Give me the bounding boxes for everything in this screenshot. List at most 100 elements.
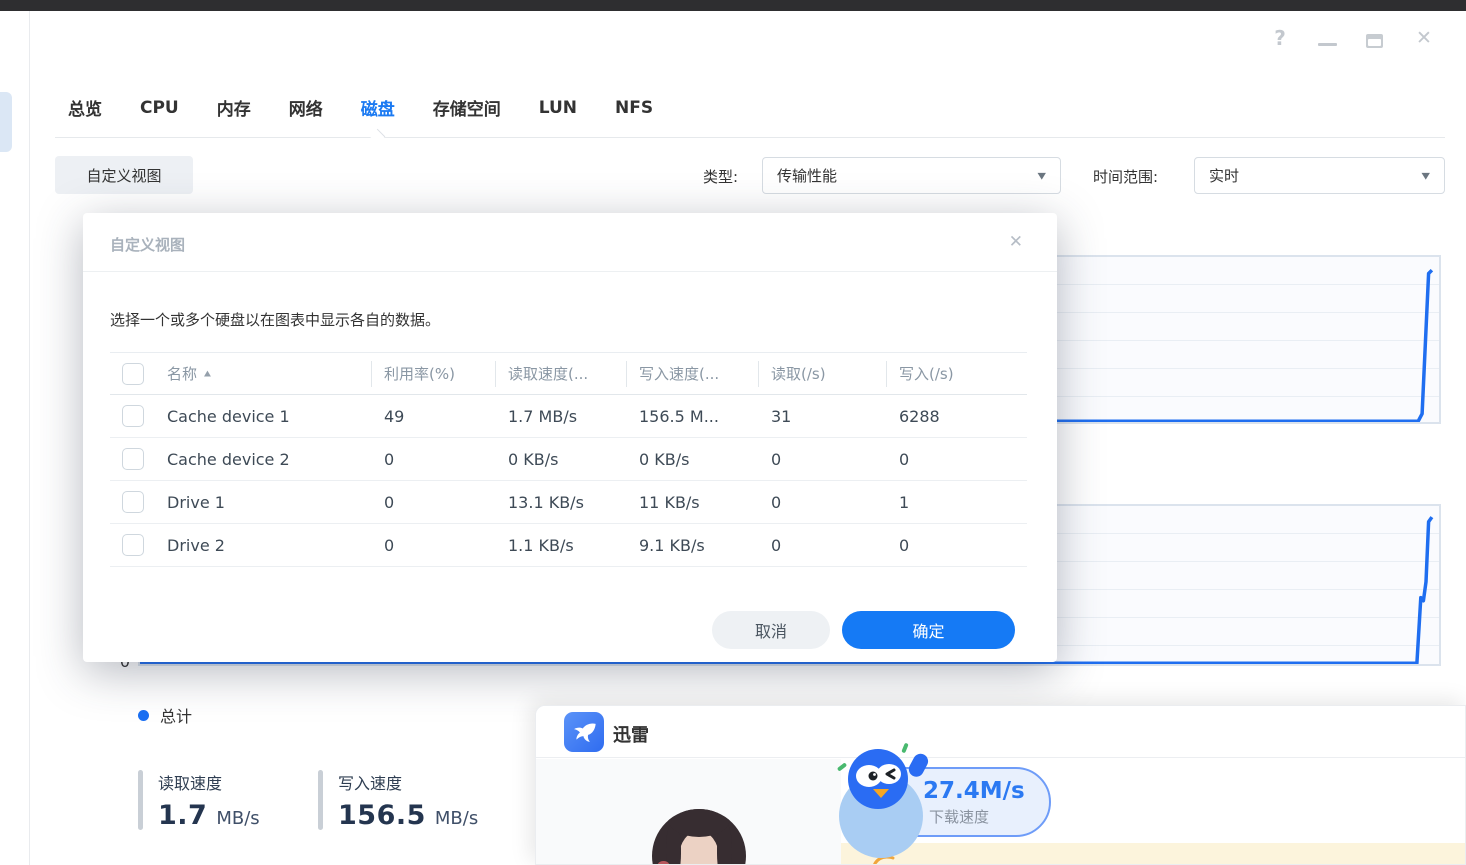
row-checkbox[interactable] [122,448,144,470]
row-checkbox[interactable] [122,534,144,556]
stats-row: 读取速度 1.7 MB/s 写入速度156.5MB/s [138,770,456,831]
tab-3[interactable]: 网络 [289,95,323,120]
cell-value: 1.7 MB/s [496,407,627,426]
stat-label: 读取速度 [158,774,222,793]
cell-name: Cache device 1 [155,407,372,426]
cell-value: 0 [372,536,496,555]
cell-value: 0 KB/s [627,450,759,469]
cell-value: 6288 [887,407,1027,426]
column-header-4[interactable]: 读取(/s) [759,361,887,387]
top-system-bar [0,0,1466,11]
desktop: ? ✕ 总览 CPU 内存 网络 磁盘 存储空间 LUN NFS 自定义视图 类型: 传输性能… [0,0,1466,865]
cell-value: 0 [372,450,496,469]
cell-value: 0 [759,493,887,512]
minimize-glyph [1318,43,1337,46]
row-checkbox[interactable] [122,405,144,427]
dialog-description: 选择一个或多个硬盘以在图表中显示各自的数据。 [110,309,440,330]
column-header-1[interactable]: 利用率(%) [372,361,496,387]
dialog-title: 自定义视图 [110,234,185,255]
cell-name: Drive 2 [155,536,372,555]
tab-4[interactable]: 磁盘 [361,95,395,120]
cell-value: 31 [759,407,887,426]
tab-underline [55,137,1445,138]
ok-button[interactable]: 确定 [842,611,1015,649]
type-select-value: 传输性能 [777,165,837,186]
stat-unit: MB/s [216,808,259,829]
column-header-0[interactable]: 名称▲ [155,361,372,387]
tab-6[interactable]: LUN [539,98,577,118]
cell-value: 49 [372,407,496,426]
cell-value: 0 [759,536,887,555]
disk-table: 名称▲利用率(%)读取速度(...写入速度(...读取(/s)写入(/s) Ca… [110,352,1027,567]
cell-value: 11 KB/s [627,493,759,512]
chevron-down-icon: ▼ [1038,170,1046,180]
minimize-icon[interactable] [1318,31,1338,46]
active-tab-caret [370,129,386,145]
maximize-glyph [1366,34,1383,48]
table-header: 名称▲利用率(%)读取速度(...写入速度(...读取(/s)写入(/s) [110,353,1027,395]
table-row[interactable]: Drive 1013.1 KB/s11 KB/s01 [110,481,1027,524]
column-header-5[interactable]: 写入(/s) [887,361,1027,387]
type-select[interactable]: 传输性能 ▼ [762,157,1061,194]
column-header-2[interactable]: 读取速度(... [496,361,627,387]
time-range-select-value: 实时 [1209,165,1239,186]
maximize-icon[interactable] [1366,28,1386,48]
thunder-header: 迅雷 [536,706,1465,758]
tab-7[interactable]: NFS [615,98,653,118]
legend-label: 总计 [160,703,192,727]
thunder-window: 迅雷 27.4M/s 下载速度 [535,705,1466,865]
titlebar-controls: ? ✕ [1270,24,1434,52]
stat-text: 读取速度 1.7 MB/s [158,770,260,831]
cell-name: Cache device 2 [155,450,372,469]
cell-value: 9.1 KB/s [627,536,759,555]
tab-0[interactable]: 总览 [68,95,102,120]
stat-value: 1.7 [158,800,207,831]
close-icon[interactable]: ✕ [1414,27,1434,49]
type-label: 类型: [703,166,738,187]
tab-bar: 总览 CPU 内存 网络 磁盘 存储空间 LUN NFS [68,95,653,120]
table-row[interactable]: Cache device 1491.7 MB/s156.5 M...316288 [110,395,1027,438]
legend-dot [138,710,149,721]
bird-mascot-icon [831,741,961,865]
stat-text: 写入速度156.5MB/s [338,770,478,831]
thunder-logo-icon [564,712,604,752]
stat-unit: MB/s [435,808,478,829]
select-all-checkbox[interactable] [122,363,144,385]
cell-value: 0 [759,450,887,469]
cancel-button[interactable]: 取消 [712,611,830,649]
custom-view-dialog: 自定义视图 ✕ 选择一个或多个硬盘以在图表中显示各自的数据。 名称▲利用率(%)… [83,213,1057,662]
cell-value: 156.5 M... [627,407,759,426]
window-edge-divider [29,11,30,865]
time-range-select[interactable]: 实时 ▼ [1194,157,1445,194]
avatar[interactable] [652,809,746,865]
time-range-label: 时间范围: [1093,166,1158,187]
table-body: Cache device 1491.7 MB/s156.5 M...316288… [110,395,1027,567]
cell-value: 1 [887,493,1027,512]
tab-1[interactable]: CPU [140,98,179,118]
stat-label: 写入速度 [338,774,402,793]
avatar-clothes-accent [657,861,670,865]
stat-block: 写入速度156.5MB/s [318,770,456,831]
cell-value: 0 [372,493,496,512]
table-row[interactable]: Drive 201.1 KB/s9.1 KB/s00 [110,524,1027,567]
tab-2[interactable]: 内存 [217,95,251,120]
stat-block: 读取速度 1.7 MB/s [138,770,276,831]
dialog-close-icon[interactable]: ✕ [1009,232,1023,252]
stat-bar [318,770,323,830]
tab-5[interactable]: 存储空间 [433,95,501,120]
cell-value: 0 KB/s [496,450,627,469]
thunder-left-panel [536,759,841,865]
chevron-down-icon: ▼ [1422,170,1430,180]
column-header-3[interactable]: 写入速度(... [627,361,759,387]
dialog-header: 自定义视图 ✕ [83,213,1057,272]
row-checkbox[interactable] [122,491,144,513]
help-icon[interactable]: ? [1270,26,1290,50]
table-row[interactable]: Cache device 200 KB/s0 KB/s00 [110,438,1027,481]
cell-value: 0 [887,450,1027,469]
thunder-title: 迅雷 [613,721,649,747]
stat-bar [138,770,143,830]
custom-view-button[interactable]: 自定义视图 [55,156,193,194]
background-window-handle [0,92,12,152]
cell-value: 0 [887,536,1027,555]
sort-asc-icon: ▲ [204,369,211,378]
